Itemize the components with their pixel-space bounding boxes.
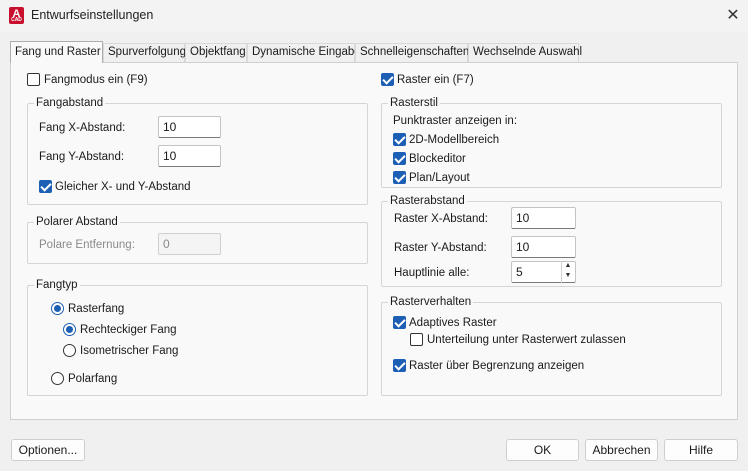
window-title: Entwurfseinstellungen [31, 8, 154, 22]
tab-selection-cycling[interactable]: Wechselnde Auswahl [468, 43, 582, 62]
sheet-layout-label: Plan/Layout [409, 172, 470, 184]
app-icon: A CAD [9, 7, 24, 24]
grid-spacing-title: Rasterabstand [388, 194, 467, 208]
beyond-limits-label: Raster über Begrenzung anzeigen [409, 360, 585, 372]
tab-tracking[interactable]: Spurverfolgung [103, 43, 186, 62]
options-button[interactable]: Optionen... [11, 439, 85, 461]
tab-quick-properties[interactable]: Schnelleigenschaften [355, 43, 469, 62]
equal-xy-label: Gleicher X- und Y-Abstand [55, 181, 191, 193]
cancel-button[interactable]: Abbrechen [585, 439, 658, 461]
close-icon[interactable]: ✕ [722, 5, 744, 27]
grid-y-label: Raster Y-Abstand: [394, 242, 487, 254]
polar-snap-label: Polarfang [68, 373, 118, 385]
grid-x-input[interactable]: 10 [511, 207, 576, 229]
rect-snap-radio[interactable] [63, 323, 76, 336]
subdivision-checkbox[interactable] [410, 333, 423, 346]
polar-snap-radio[interactable] [51, 372, 64, 385]
snap-x-label: Fang X-Abstand: [39, 122, 126, 134]
model-space-checkbox[interactable] [393, 133, 406, 146]
polar-distance-input[interactable]: 0 [158, 233, 221, 255]
snap-on-label: Fangmodus ein (F9) [44, 74, 148, 86]
iso-snap-radio[interactable] [63, 344, 76, 357]
beyond-limits-checkbox[interactable] [393, 359, 406, 372]
app-icon-sub: CAD [11, 17, 22, 23]
sheet-layout-checkbox[interactable] [393, 171, 406, 184]
block-editor-checkbox[interactable] [393, 152, 406, 165]
help-button[interactable]: Hilfe [664, 439, 738, 461]
major-line-label: Hauptlinie alle: [394, 267, 470, 279]
tab-object-snap[interactable]: Objektfang [185, 43, 247, 62]
model-space-label: 2D-Modellbereich [409, 134, 500, 146]
tab-dynamic-input[interactable]: Dynamische Eingabe [247, 43, 361, 62]
grid-x-label: Raster X-Abstand: [394, 213, 488, 225]
grid-style-caption: Punktraster anzeigen in: [393, 115, 518, 127]
snap-type-title: Fangtyp [34, 278, 80, 292]
ok-button[interactable]: OK [506, 439, 579, 461]
spin-down-icon[interactable]: ▼ [562, 271, 574, 281]
grid-behavior-title: Rasterverhalten [388, 295, 474, 309]
iso-snap-label: Isometrischer Fang [80, 345, 179, 357]
major-line-spinner[interactable]: ▲ ▼ [561, 261, 574, 283]
adaptive-grid-label: Adaptives Raster [409, 317, 497, 329]
polar-distance-label: Polare Entfernung: [39, 239, 135, 251]
grid-snap-radio[interactable] [51, 302, 64, 315]
adaptive-grid-checkbox[interactable] [393, 316, 406, 329]
snap-y-label: Fang Y-Abstand: [39, 151, 125, 163]
grid-on-checkbox[interactable] [381, 73, 394, 86]
grid-on-label: Raster ein (F7) [397, 74, 474, 86]
grid-y-input[interactable]: 10 [511, 236, 576, 258]
block-editor-label: Blockeditor [409, 153, 466, 165]
grid-style-title: Rasterstil [388, 96, 440, 110]
snap-spacing-title: Fangabstand [34, 96, 106, 110]
snap-y-input[interactable]: 10 [158, 145, 221, 167]
equal-xy-checkbox[interactable] [39, 180, 52, 193]
grid-snap-label: Rasterfang [68, 303, 125, 315]
polar-spacing-title: Polarer Abstand [34, 215, 120, 229]
snap-x-input[interactable]: 10 [158, 116, 221, 138]
spin-up-icon[interactable]: ▲ [562, 261, 574, 271]
subdivision-label: Unterteilung unter Rasterwert zulassen [427, 334, 626, 346]
rect-snap-label: Rechteckiger Fang [80, 324, 177, 336]
tab-snap-grid[interactable]: Fang und Raster [10, 41, 103, 63]
snap-on-checkbox[interactable] [27, 73, 40, 86]
